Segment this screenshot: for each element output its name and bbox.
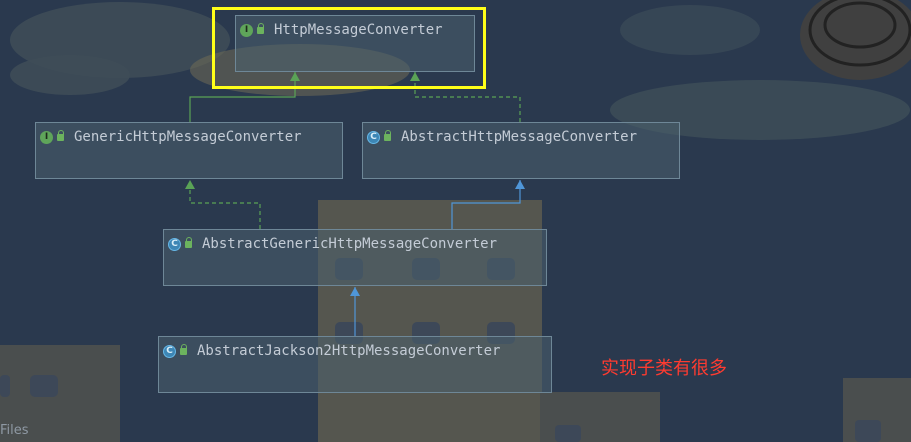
node-label: AbstractHttpMessageConverter — [401, 129, 638, 145]
node-label: AbstractGenericHttpMessageConverter — [202, 236, 498, 252]
abstract-class-icon: C — [168, 237, 181, 251]
public-visibility-icon — [185, 236, 192, 248]
node-label: AbstractJackson2HttpMessageConverter — [197, 343, 501, 359]
files-tab-label: Files — [0, 423, 29, 438]
highlight-box — [212, 7, 486, 89]
node-abstract-generic-http-message-converter[interactable]: C AbstractGenericHttpMessageConverter — [163, 229, 547, 286]
node-generic-http-message-converter[interactable]: I GenericHttpMessageConverter — [35, 122, 343, 179]
public-visibility-icon — [384, 129, 391, 141]
abstract-class-icon: C — [367, 130, 380, 144]
public-visibility-icon — [57, 129, 64, 141]
interface-icon: I — [40, 130, 53, 144]
node-label: GenericHttpMessageConverter — [74, 129, 302, 145]
node-abstract-http-message-converter[interactable]: C AbstractHttpMessageConverter — [362, 122, 680, 179]
annotation-note: 实现子类有很多 — [601, 358, 727, 379]
abstract-class-icon: C — [163, 344, 176, 358]
node-abstract-jackson2-http-message-converter[interactable]: C AbstractJackson2HttpMessageConverter — [158, 336, 552, 393]
public-visibility-icon — [180, 343, 187, 355]
